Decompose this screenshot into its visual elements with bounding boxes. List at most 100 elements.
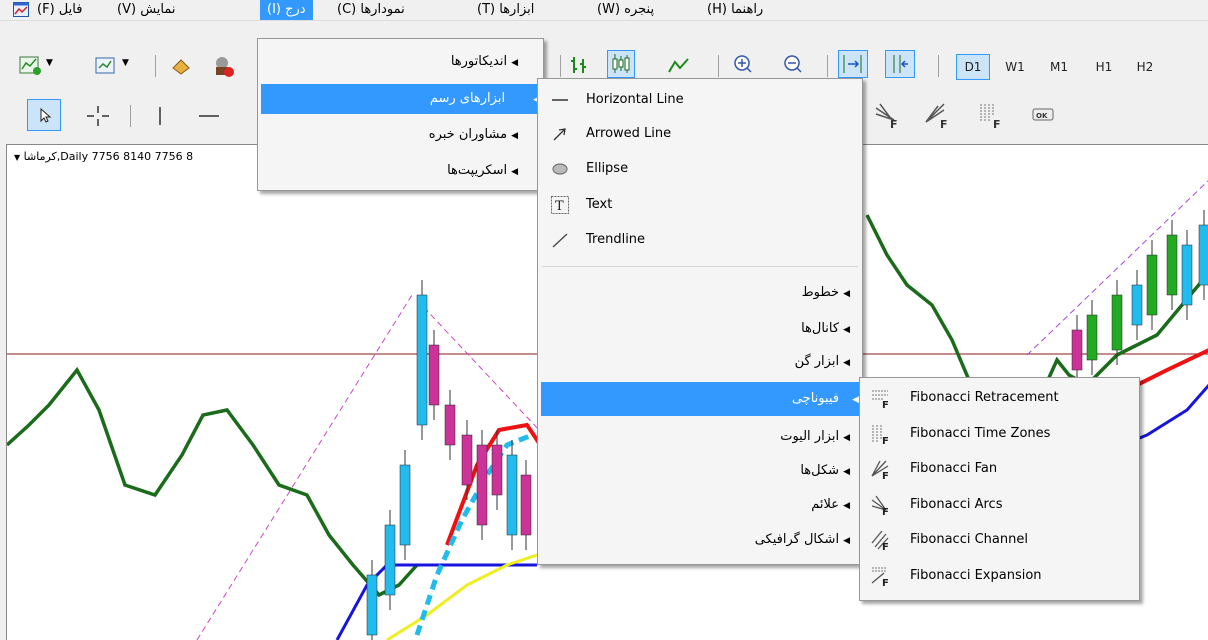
- fibonacci-menu: F Fibonacci Retracement F Fibonacci Time…: [859, 377, 1140, 601]
- candle-body: [1146, 254, 1158, 316]
- candle-body: [1071, 329, 1083, 371]
- timeframe-w1[interactable]: W1: [998, 54, 1032, 80]
- menu-item-channels[interactable]: ◀کانال‌ها: [538, 314, 850, 344]
- submenu-arrow-icon: ◀: [843, 325, 850, 335]
- menu-item-drawing-tools[interactable]: ◀ابزارهای رسم: [261, 84, 540, 114]
- horizontal-line-icon: [552, 99, 568, 101]
- submenu-arrow-icon: ◀: [852, 395, 859, 405]
- timeframe-m1[interactable]: M1: [1042, 54, 1076, 80]
- menu-charts[interactable]: نمودارها (C): [330, 0, 412, 20]
- menu-item-text[interactable]: T Text: [538, 190, 862, 220]
- menu-item-fibonacci-arcs[interactable]: F Fibonacci Arcs: [860, 490, 1139, 520]
- menu-insert[interactable]: درج (I): [260, 0, 313, 20]
- menu-item-fibonacci-time-zones[interactable]: F Fibonacci Time Zones: [860, 419, 1139, 449]
- menu-window[interactable]: پنجره (W): [590, 0, 661, 20]
- menu-item-fibonacci[interactable]: ◀فیبوناچی: [541, 382, 859, 416]
- fibonacci-arcs-icon: F: [871, 495, 889, 516]
- candle-body: [1086, 314, 1098, 361]
- svg-text:T: T: [555, 199, 564, 214]
- candle-body: [1131, 284, 1143, 326]
- dropdown-arrow-icon[interactable]: ▼: [46, 58, 53, 68]
- svg-text:F: F: [882, 471, 889, 480]
- expert-icon[interactable]: [210, 54, 236, 78]
- candle-body: [1166, 234, 1178, 296]
- line-chart-icon[interactable]: [666, 52, 692, 78]
- toolbar-separator: [155, 55, 156, 77]
- arrowed-line-icon: [553, 128, 566, 141]
- candle-body: [1111, 294, 1123, 351]
- candle-body: [1198, 224, 1208, 286]
- submenu-arrow-icon: ◀: [843, 501, 850, 511]
- autoscroll-button[interactable]: [838, 50, 868, 78]
- menu-item-fibonacci-fan[interactable]: F Fibonacci Fan: [860, 454, 1139, 484]
- vertical-line-icon[interactable]: [150, 104, 170, 128]
- svg-text:F: F: [882, 578, 889, 587]
- menu-file[interactable]: فایل (F): [30, 0, 89, 20]
- menu-item-horizontal-line[interactable]: Horizontal Line: [538, 85, 862, 115]
- menu-item-signs[interactable]: ◀علائم: [538, 490, 850, 520]
- candlestick-button[interactable]: [607, 50, 635, 78]
- ellipse-icon: [552, 163, 568, 175]
- menu-item-graphic-shapes[interactable]: ◀اشکال گرافیکی: [538, 525, 850, 555]
- menu-item-fibonacci-channel[interactable]: F Fibonacci Channel: [860, 525, 1139, 555]
- menu-item-elliott-tools[interactable]: ◀ابزار الیوت: [538, 422, 850, 452]
- trend-line: [7, 366, 419, 598]
- menu-item-indicators[interactable]: ◀اندیکاتورها: [258, 47, 518, 77]
- menu-view[interactable]: نمایش (V): [110, 0, 182, 20]
- candle-body: [476, 444, 488, 526]
- candle-body: [384, 524, 396, 596]
- text-icon: T: [551, 196, 569, 214]
- menu-item-trendline[interactable]: Trendline: [538, 225, 862, 255]
- timeframe-d1[interactable]: D1: [956, 54, 990, 80]
- svg-text:F: F: [882, 507, 889, 516]
- submenu-arrow-icon: ◀: [843, 358, 850, 368]
- menu-item-scripts[interactable]: ◀اسکریپت‌ها: [258, 156, 518, 186]
- candle-body: [428, 344, 440, 406]
- svg-text:F: F: [882, 400, 889, 409]
- menu-item-fibonacci-retracement[interactable]: F Fibonacci Retracement: [860, 383, 1139, 413]
- fibonacci-fan-icon: F: [871, 460, 889, 480]
- toolbar-separator: [718, 55, 719, 77]
- svg-text:F: F: [882, 542, 889, 551]
- candle-body: [461, 434, 473, 486]
- horizontal-line-tool-icon[interactable]: [195, 104, 223, 128]
- menu-tools[interactable]: ابزارها (T): [470, 0, 541, 20]
- toolbar-separator: [827, 55, 828, 77]
- candlestick-icon: [612, 54, 630, 73]
- chevron-down-icon[interactable]: ▼: [14, 153, 20, 162]
- menu-help[interactable]: راهنما (H): [700, 0, 770, 20]
- submenu-arrow-icon: ◀: [843, 289, 850, 299]
- candle-body: [399, 464, 411, 546]
- new-chart-icon[interactable]: [16, 54, 44, 78]
- toolbar-separator: [938, 55, 939, 77]
- menu-item-gann-tools[interactable]: ◀ابزار گن: [538, 347, 850, 377]
- timeframe-h2[interactable]: H2: [1128, 54, 1162, 80]
- fibonacci-timezones-toolbar-icon[interactable]: F: [975, 100, 1005, 130]
- bar-chart-icon[interactable]: [567, 52, 593, 78]
- menu-item-fibonacci-expansion[interactable]: F Fibonacci Expansion: [860, 561, 1139, 591]
- menu-item-shapes[interactable]: ◀شکل‌ها: [538, 456, 850, 486]
- timeframe-h1[interactable]: H1: [1087, 54, 1121, 80]
- candle-body: [366, 574, 378, 636]
- menu-item-expert-advisors[interactable]: ◀مشاوران خبره: [258, 120, 518, 150]
- menu-item-ellipse[interactable]: Ellipse: [538, 154, 862, 184]
- cursor-button[interactable]: [27, 99, 61, 131]
- drawing-tools-menu: Horizontal Line Arrowed Line Ellipse T T…: [537, 78, 863, 565]
- market-watch-icon[interactable]: [168, 54, 194, 78]
- fibonacci-fan-toolbar-icon[interactable]: F: [922, 100, 952, 130]
- submenu-arrow-icon: ◀: [511, 167, 518, 177]
- candle-body: [506, 454, 518, 536]
- zoom-out-icon[interactable]: [780, 52, 806, 78]
- zoom-in-icon[interactable]: [730, 52, 756, 78]
- chart-shift-button[interactable]: [885, 50, 915, 78]
- fibonacci-arcs-toolbar-icon[interactable]: F: [872, 100, 902, 130]
- menu-item-lines[interactable]: ◀خطوط: [538, 278, 850, 308]
- dropdown-arrow-icon[interactable]: ▼: [122, 58, 129, 68]
- fibonacci-expansion-icon: F: [871, 567, 889, 587]
- ok-label-icon[interactable]: OK: [1030, 106, 1058, 124]
- crosshair-icon[interactable]: [84, 104, 112, 128]
- profiles-icon[interactable]: [92, 54, 120, 78]
- fibonacci-channel-icon: F: [871, 530, 889, 551]
- menu-item-arrowed-line[interactable]: Arrowed Line: [538, 119, 862, 149]
- submenu-arrow-icon: ◀: [843, 536, 850, 546]
